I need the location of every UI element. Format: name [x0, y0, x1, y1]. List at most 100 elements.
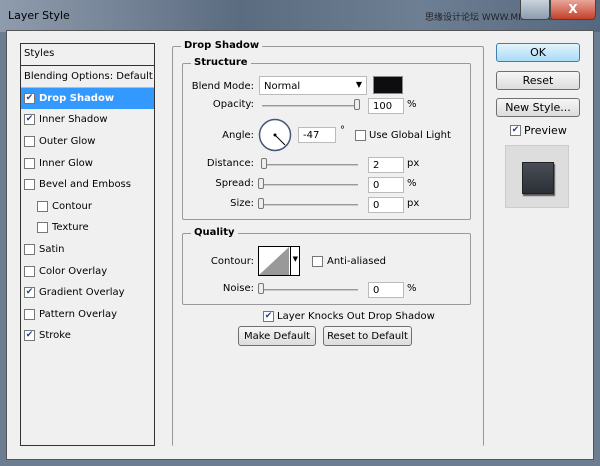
- style-item-checkbox[interactable]: ✔: [24, 92, 35, 104]
- anti-aliased-label: Anti-aliased: [327, 256, 387, 267]
- noise-unit: %: [407, 283, 417, 294]
- distance-input[interactable]: 2: [368, 157, 404, 173]
- size-label: Size:: [230, 198, 254, 209]
- window-title: Layer Style: [8, 9, 70, 22]
- style-item-checkbox[interactable]: [24, 136, 35, 148]
- style-item-checkbox[interactable]: ✔: [24, 287, 35, 299]
- style-item-label: Stroke: [39, 330, 71, 342]
- style-item[interactable]: Contour: [21, 196, 154, 218]
- spread-unit: %: [407, 178, 417, 189]
- style-item[interactable]: Pattern Overlay: [21, 304, 154, 326]
- style-item[interactable]: Color Overlay: [21, 260, 154, 282]
- spread-label: Spread:: [215, 178, 254, 189]
- style-item[interactable]: ✔ Stroke: [21, 325, 154, 347]
- opacity-input[interactable]: 100: [368, 98, 404, 114]
- style-item-checkbox[interactable]: [24, 179, 35, 191]
- global-light-checkbox[interactable]: [355, 130, 366, 141]
- opacity-label: Opacity:: [212, 99, 254, 110]
- size-slider-thumb[interactable]: [258, 198, 264, 209]
- style-item-checkbox[interactable]: [24, 265, 35, 277]
- style-item-label: Pattern Overlay: [39, 308, 118, 320]
- contour-picker[interactable]: ▼: [258, 246, 300, 276]
- opacity-slider[interactable]: [262, 105, 358, 107]
- knockout-label: Layer Knocks Out Drop Shadow: [277, 311, 435, 322]
- style-item-label: Contour: [52, 200, 92, 212]
- style-item-label: Drop Shadow: [39, 92, 115, 104]
- spread-input[interactable]: 0: [368, 177, 404, 193]
- style-item[interactable]: ✔ Gradient Overlay: [21, 282, 154, 304]
- noise-slider[interactable]: [260, 289, 358, 291]
- style-item[interactable]: ✔ Drop Shadow: [21, 87, 154, 110]
- panel-title: Drop Shadow: [181, 40, 263, 51]
- noise-slider-thumb[interactable]: [258, 283, 264, 294]
- blend-mode-value: Normal: [264, 81, 301, 92]
- distance-label: Distance:: [206, 158, 254, 169]
- angle-input[interactable]: -47: [298, 127, 336, 143]
- reset-button[interactable]: Reset: [496, 71, 580, 90]
- chevron-down-icon: ▼: [355, 80, 362, 89]
- spread-slider[interactable]: [260, 184, 358, 186]
- style-item-label: Gradient Overlay: [39, 287, 125, 299]
- blend-mode-select[interactable]: Normal ▼: [259, 76, 367, 95]
- new-style-button[interactable]: New Style...: [496, 98, 580, 117]
- style-item-label: Texture: [52, 222, 89, 234]
- reset-to-default-button[interactable]: Reset to Default: [323, 326, 412, 346]
- style-item[interactable]: Inner Glow: [21, 152, 154, 174]
- opacity-unit: %: [407, 99, 417, 110]
- style-item-label: Inner Glow: [39, 157, 93, 169]
- style-item[interactable]: Texture: [21, 217, 154, 239]
- style-item-checkbox[interactable]: [37, 200, 48, 212]
- style-item-label: Color Overlay: [39, 265, 108, 277]
- styles-header: Styles: [21, 44, 154, 66]
- spread-slider-thumb[interactable]: [258, 178, 264, 189]
- knockout-checkbox[interactable]: ✔: [263, 311, 274, 322]
- angle-unit: °: [340, 125, 345, 136]
- style-item-label: Inner Shadow: [39, 114, 108, 126]
- style-item-checkbox[interactable]: ✔: [24, 330, 35, 342]
- style-item[interactable]: Satin: [21, 239, 154, 261]
- chevron-down-icon: ▼: [289, 247, 298, 275]
- style-item-checkbox[interactable]: [24, 308, 35, 320]
- size-slider[interactable]: [260, 204, 358, 206]
- style-item-label: Outer Glow: [39, 136, 96, 148]
- anti-aliased-checkbox[interactable]: [312, 256, 323, 267]
- style-preview: [505, 145, 569, 208]
- contour-curve-icon: [259, 247, 289, 275]
- restore-button[interactable]: [520, 0, 550, 20]
- close-icon: X: [568, 2, 578, 16]
- shadow-color-swatch[interactable]: [373, 76, 403, 94]
- title-bar: Layer Style 思缘设计论坛 WWW.MISSYUAN.COM X: [0, 0, 600, 32]
- preview-label: Preview: [524, 124, 567, 137]
- style-item-checkbox[interactable]: [24, 157, 35, 169]
- style-item[interactable]: Bevel and Emboss: [21, 174, 154, 196]
- quality-title: Quality: [191, 227, 238, 238]
- distance-slider-thumb[interactable]: [261, 158, 267, 169]
- style-item-label: Satin: [39, 244, 65, 256]
- noise-label: Noise:: [222, 283, 254, 294]
- close-button[interactable]: X: [550, 0, 596, 20]
- structure-title: Structure: [191, 57, 251, 68]
- style-item[interactable]: ✔ Inner Shadow: [21, 109, 154, 131]
- style-item-checkbox[interactable]: ✔: [24, 114, 35, 126]
- angle-label: Angle:: [222, 130, 254, 141]
- ok-button[interactable]: OK: [496, 43, 580, 62]
- size-unit: px: [407, 198, 420, 209]
- distance-slider[interactable]: [262, 164, 358, 166]
- style-item-checkbox[interactable]: [24, 244, 35, 256]
- contour-label: Contour:: [210, 256, 254, 267]
- quality-group: Quality: [182, 227, 471, 305]
- style-item-checkbox[interactable]: [37, 222, 48, 234]
- opacity-slider-thumb[interactable]: [354, 99, 360, 110]
- style-item-label: Bevel and Emboss: [39, 179, 131, 191]
- noise-input[interactable]: 0: [368, 282, 404, 298]
- styles-list: Styles Blending Options: Default ✔ Drop Sh…: [20, 43, 155, 446]
- preview-swatch: [522, 162, 554, 194]
- distance-unit: px: [407, 158, 420, 169]
- preview-checkbox[interactable]: ✔: [510, 125, 521, 136]
- size-input[interactable]: 0: [368, 197, 404, 213]
- style-item[interactable]: Blending Options: Default: [21, 66, 154, 88]
- angle-dial[interactable]: [258, 118, 292, 152]
- style-item-label: Blending Options: Default: [24, 70, 153, 82]
- style-item[interactable]: Outer Glow: [21, 131, 154, 153]
- make-default-button[interactable]: Make Default: [238, 326, 316, 346]
